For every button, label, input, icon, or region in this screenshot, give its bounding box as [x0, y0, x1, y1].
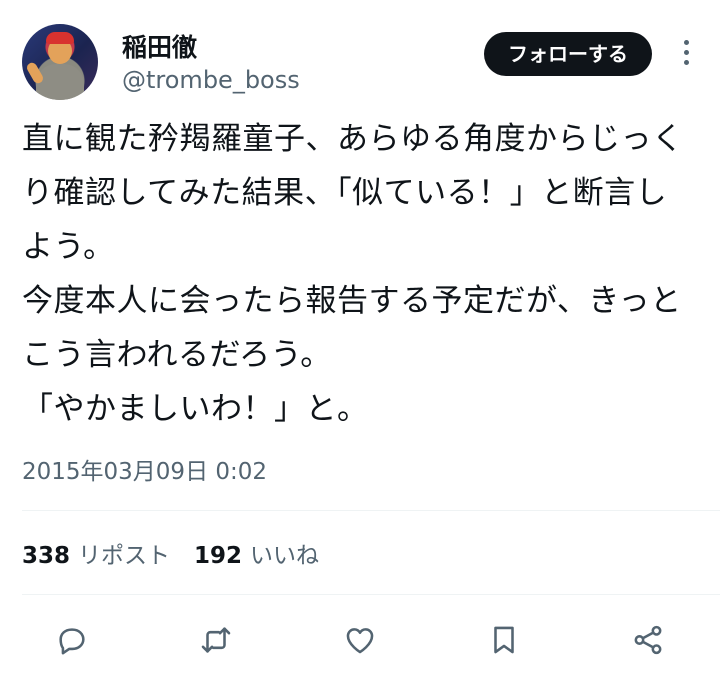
divider	[22, 594, 720, 595]
action-bar	[22, 612, 698, 668]
repost-icon[interactable]	[188, 612, 244, 668]
author-handle[interactable]: @trombe_boss	[122, 66, 300, 94]
more-dot	[683, 40, 689, 45]
avatar-hair	[46, 32, 74, 44]
tweet-text: 直に観た矜羯羅童子、あらゆる角度からじっくり確認してみた結果、「似ている！」と断…	[22, 121, 684, 427]
more-dot	[683, 60, 689, 65]
divider	[22, 510, 720, 511]
share-icon[interactable]	[620, 612, 676, 668]
likes-label: いいね	[250, 543, 320, 569]
heart-icon[interactable]	[332, 612, 388, 668]
tweet-timestamp[interactable]: 2015年03月09日 0:02	[22, 452, 267, 486]
tweet-header: 稲田徹 @trombe_boss フォローする	[22, 22, 698, 102]
more-vertical-icon[interactable]	[678, 36, 694, 72]
engagement-stats: 338 リポスト 192 いいね	[22, 536, 319, 570]
follow-button[interactable]: フォローする	[484, 32, 652, 76]
author-name[interactable]: 稲田徹	[122, 28, 197, 64]
bookmark-icon[interactable]	[476, 612, 532, 668]
likes-stat[interactable]: 192 いいね	[194, 543, 319, 569]
avatar[interactable]	[22, 24, 98, 100]
reply-icon[interactable]	[44, 612, 100, 668]
more-dot	[683, 50, 689, 55]
reposts-count: 338	[22, 543, 71, 569]
reposts-stat[interactable]: 338 リポスト	[22, 543, 170, 569]
likes-count: 192	[194, 543, 243, 569]
reposts-label: リポスト	[78, 543, 171, 569]
avatar-body	[36, 64, 84, 100]
